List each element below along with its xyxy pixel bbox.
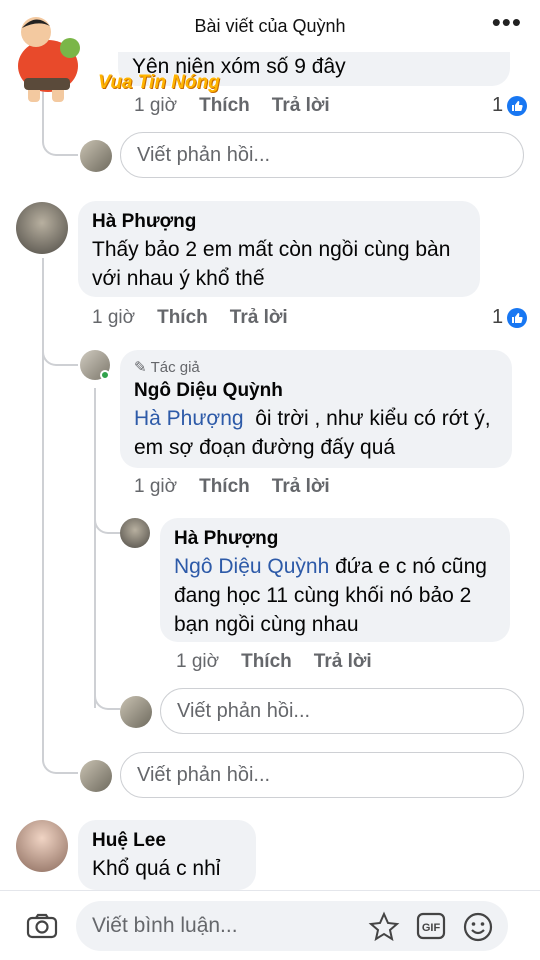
comment-time: 1 giờ <box>134 95 178 116</box>
commenter-name[interactable]: Ngô Diệu Quỳnh <box>134 378 498 404</box>
thumbs-up-icon <box>507 307 528 328</box>
online-status-dot <box>100 370 110 380</box>
thread-line <box>42 258 44 576</box>
comment-text: Ngô Diệu Quỳnh đứa e c nó cũng đang học … <box>174 552 496 639</box>
like-button[interactable]: Thích <box>241 651 292 673</box>
comment-actions: 1 giờ Thích Trả lời <box>134 95 330 117</box>
like-count: 1 <box>492 94 504 116</box>
thumbs-up-icon <box>507 95 528 116</box>
mention-link[interactable]: Ngô Diệu Quỳnh <box>174 555 329 578</box>
like-button[interactable]: Thích <box>199 95 250 117</box>
pencil-icon: ✎ <box>134 359 147 376</box>
thread-connector <box>42 330 78 366</box>
thread-line <box>94 388 96 708</box>
reaction-count[interactable]: 1 <box>492 94 528 117</box>
thread-connector <box>94 680 120 710</box>
page-title: Bài viết của Quỳnh <box>194 15 346 36</box>
comment-compose-bar: Viết bình luận... GIF <box>0 890 540 960</box>
gif-icon[interactable]: GIF <box>416 912 446 945</box>
comment-text: Khổ quá c nhỉ <box>92 857 221 880</box>
avatar <box>16 820 68 872</box>
watermark-mascot-logo <box>18 17 80 102</box>
avatar <box>120 518 150 548</box>
camera-icon[interactable] <box>26 913 58 944</box>
comment-actions: 1 giờ Thích Trả lời <box>134 476 330 498</box>
comment-time: 1 giờ <box>176 651 220 672</box>
avatar-sticker-icon[interactable] <box>368 911 400 946</box>
avatar <box>120 696 152 728</box>
reply-button[interactable]: Trả lời <box>272 95 330 117</box>
author-badge-label: Tác giả <box>150 359 200 376</box>
comment-bubble: Hà Phượng Ngô Diệu Quỳnh đứa e c nó cũng… <box>160 518 510 642</box>
watermark-text: Vua Tin Nóng <box>98 72 220 93</box>
commenter-name[interactable]: Hà Phượng <box>92 209 466 235</box>
comment-bubble: ✎ Tác giả Ngô Diệu Quỳnh Hà Phượng ôi tr… <box>120 350 512 468</box>
reaction-count[interactable]: 1 <box>492 306 528 329</box>
more-options-icon[interactable]: ••• <box>492 9 522 35</box>
mention-link[interactable]: Hà Phượng <box>134 407 244 430</box>
comment-text: Thấy bảo 2 em mất còn ngồi cùng bàn với … <box>92 238 451 290</box>
comment-bubble: Huệ Lee Khổ quá c nhỉ <box>78 820 256 890</box>
comment-actions: 1 giờ Thích Trả lời <box>176 651 372 673</box>
thread-connector <box>42 560 78 774</box>
like-count: 1 <box>492 306 504 328</box>
reply-button[interactable]: Trả lời <box>314 651 372 673</box>
author-badge: ✎ Tác giả <box>134 358 498 378</box>
avatar <box>16 202 68 254</box>
comment-time: 1 giờ <box>92 307 136 328</box>
commenter-name[interactable]: Hà Phượng <box>174 526 496 552</box>
comment-text: Hà Phượng ôi trời , như kiểu có rớt ý, e… <box>134 404 498 462</box>
comment-bubble: Hà Phượng Thấy bảo 2 em mất còn ngồi cùn… <box>78 201 480 297</box>
svg-text:GIF: GIF <box>422 922 441 934</box>
reply-button[interactable]: Trả lời <box>272 476 330 498</box>
reply-button[interactable]: Trả lời <box>230 307 288 329</box>
commenter-name[interactable]: Huệ Lee <box>92 828 242 854</box>
reply-input[interactable]: Viết phản hồi... <box>120 132 524 178</box>
thread-connector <box>94 500 120 534</box>
emoji-icon[interactable] <box>462 911 494 948</box>
like-button[interactable]: Thích <box>157 307 208 329</box>
comment-actions: 1 giờ Thích Trả lời <box>92 307 288 329</box>
reply-input[interactable]: Viết phản hồi... <box>120 752 524 798</box>
avatar <box>80 140 112 172</box>
avatar <box>80 760 112 792</box>
like-button[interactable]: Thích <box>199 476 250 498</box>
reply-input[interactable]: Viết phản hồi... <box>160 688 524 734</box>
comment-time: 1 giờ <box>134 476 178 497</box>
